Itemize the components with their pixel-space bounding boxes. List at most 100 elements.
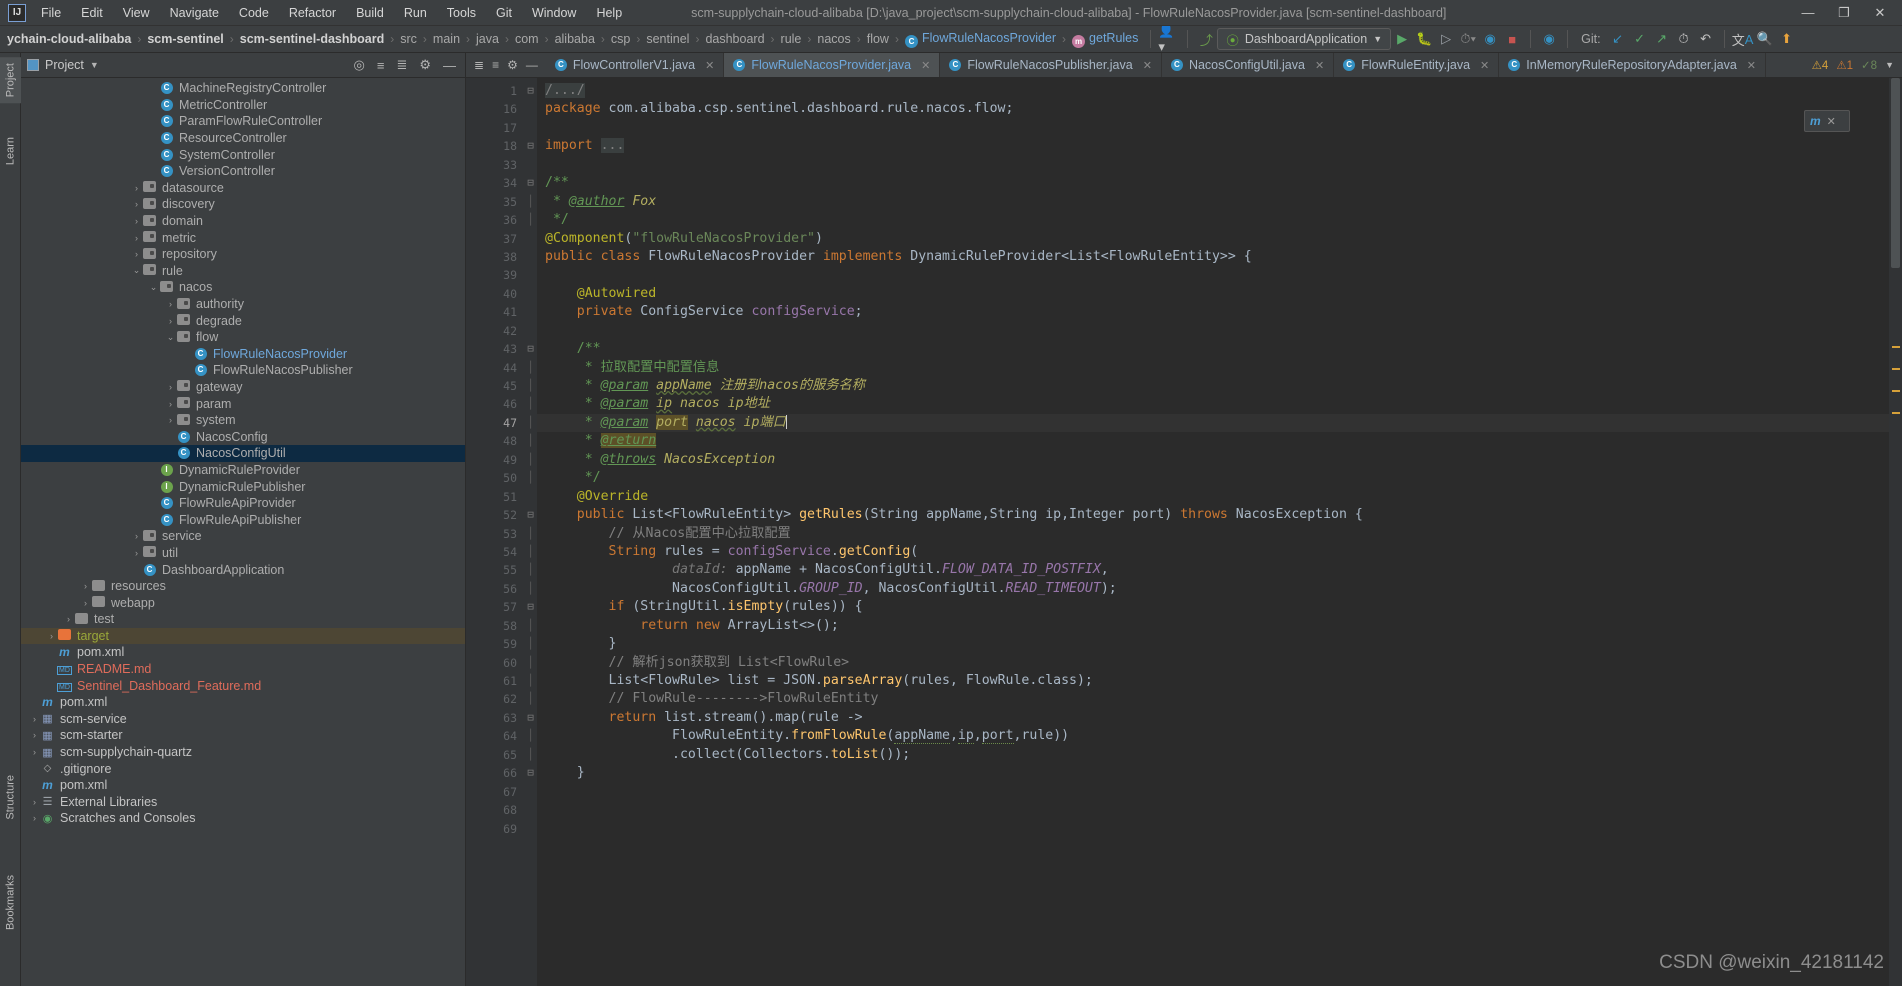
tree-item-test[interactable]: › test [21, 611, 465, 628]
tree-item-webapp[interactable]: › webapp [21, 594, 465, 611]
code-line[interactable]: * @throws NacosException [537, 451, 1889, 469]
fold-marker[interactable]: │ [524, 395, 537, 413]
tree-item-nacosconfig[interactable]: C NacosConfig [21, 428, 465, 445]
tree-item-gateway[interactable]: › gateway [21, 379, 465, 396]
translate-icon[interactable]: 文A [1732, 28, 1754, 50]
chevron-down-icon[interactable]: ▼ [90, 60, 99, 70]
menu-build[interactable]: Build [347, 3, 393, 23]
tree-item-service[interactable]: › service [21, 528, 465, 545]
code-line[interactable]: @Override [537, 488, 1889, 506]
fold-marker[interactable] [524, 119, 537, 137]
fold-marker[interactable]: │ [524, 359, 537, 377]
code-line[interactable]: public List<FlowRuleEntity> getRules(Str… [537, 506, 1889, 524]
tree-item-scm-supplychain-quartz[interactable]: › ▦ scm-supplychain-quartz [21, 744, 465, 761]
maven-reload-widget[interactable]: m ✕ [1804, 110, 1850, 132]
code-line[interactable]: // 从Nacos配置中心拉取配置 [537, 525, 1889, 543]
source-code[interactable]: /.../package com.alibaba.csp.sentinel.da… [537, 78, 1889, 986]
fold-marker[interactable]: │ [524, 617, 537, 635]
rail-tab-project[interactable]: Project [0, 57, 21, 104]
tree-item-degrade[interactable]: › degrade [21, 312, 465, 329]
run-with-coverage-icon[interactable]: ▷ [1435, 28, 1457, 50]
code-line[interactable]: * @param appName 注册到nacos的服务名称 [537, 377, 1889, 395]
fold-marker[interactable] [524, 820, 537, 838]
tree-item-readme-md[interactable]: MD README.md [21, 661, 465, 678]
editor-tab-flowrulenacospublisher[interactable]: C FlowRuleNacosPublisher.java ✕ [940, 53, 1162, 77]
collapse-all-icon[interactable]: ≡ [492, 58, 499, 72]
tree-item-dynamicrulepublisher[interactable]: I DynamicRulePublisher [21, 478, 465, 495]
rail-tab-structure[interactable]: Structure [0, 769, 21, 826]
fold-marker[interactable]: ⊟ [524, 598, 537, 616]
menu-tools[interactable]: Tools [438, 3, 485, 23]
fold-marker[interactable]: ⊟ [524, 506, 537, 524]
tree-item-versioncontroller[interactable]: C VersionController [21, 163, 465, 180]
tree-item-scm-starter[interactable]: › ▦ scm-starter [21, 727, 465, 744]
chevron-right-icon[interactable]: › [165, 382, 176, 392]
tree-item-flowruleapipublisher[interactable]: C FlowRuleApiPublisher [21, 511, 465, 528]
tree-item-pom-xml[interactable]: m pom.xml [21, 644, 465, 661]
editor-scrollbar-thumb[interactable] [1891, 78, 1900, 268]
close-icon[interactable]: ✕ [1143, 59, 1152, 72]
breadcrumb-item-submodule[interactable]: scm-sentinel-dashboard [235, 31, 389, 47]
code-line[interactable]: /** [537, 340, 1889, 358]
fold-marker[interactable] [524, 783, 537, 801]
tree-item-pom-xml[interactable]: m pom.xml [21, 777, 465, 794]
menu-refactor[interactable]: Refactor [280, 3, 345, 23]
breadcrumb-item-flow[interactable]: flow [862, 31, 894, 47]
code-line[interactable]: String rules = configService.getConfig( [537, 543, 1889, 561]
close-icon[interactable]: ✕ [921, 59, 930, 72]
code-line[interactable]: package com.alibaba.csp.sentinel.dashboa… [537, 100, 1889, 118]
fold-marker[interactable]: │ [524, 193, 537, 211]
tree-item-rule[interactable]: ⌄ rule [21, 263, 465, 280]
chevron-right-icon[interactable]: › [46, 631, 57, 641]
undo-icon[interactable]: ↶ [1695, 28, 1717, 50]
fold-marker[interactable]: │ [524, 561, 537, 579]
breadcrumb-item-rule[interactable]: rule [776, 31, 807, 47]
breadcrumb-item-nacos[interactable]: nacos [812, 31, 855, 47]
commit-icon[interactable]: ✓ [1629, 28, 1651, 50]
fold-marker[interactable]: ⊟ [524, 137, 537, 155]
code-line[interactable]: return new ArrayList<>(); [537, 617, 1889, 635]
tree-item-metric[interactable]: › metric [21, 229, 465, 246]
code-line[interactable]: .collect(Collectors.toList()); [537, 746, 1889, 764]
chevron-right-icon[interactable]: › [165, 399, 176, 409]
menu-file[interactable]: File [32, 3, 70, 23]
rail-tab-learn[interactable]: Learn [0, 131, 21, 171]
code-line[interactable]: } [537, 635, 1889, 653]
fold-marker[interactable] [524, 322, 537, 340]
code-line[interactable] [537, 322, 1889, 340]
fold-marker[interactable]: │ [524, 580, 537, 598]
chevron-right-icon[interactable]: › [131, 548, 142, 558]
breadcrumb-item-com[interactable]: com [510, 31, 544, 47]
chevron-right-icon[interactable]: › [131, 233, 142, 243]
breadcrumb-item-main[interactable]: main [428, 31, 465, 47]
editor-tab-nacosconfigutil[interactable]: C NacosConfigUtil.java ✕ [1162, 53, 1335, 77]
chevron-right-icon[interactable]: › [63, 614, 74, 624]
fold-marker[interactable]: │ [524, 746, 537, 764]
close-icon[interactable]: ✕ [705, 59, 714, 72]
locate-icon[interactable]: ◎ [351, 57, 368, 73]
fold-marker[interactable]: ⊟ [524, 174, 537, 192]
code-line[interactable] [537, 266, 1889, 284]
fold-marker[interactable]: ⊟ [524, 340, 537, 358]
code-line[interactable]: import ... [537, 137, 1889, 155]
chevron-right-icon[interactable]: › [80, 598, 91, 608]
maximize-button[interactable]: ❐ [1826, 1, 1862, 25]
menu-navigate[interactable]: Navigate [161, 3, 228, 23]
upload-icon[interactable]: ⬆ [1776, 28, 1798, 50]
fold-marker[interactable] [524, 488, 537, 506]
close-icon[interactable]: ✕ [1315, 59, 1324, 72]
chevron-right-icon[interactable]: › [131, 199, 142, 209]
code-line[interactable]: public class FlowRuleNacosProvider imple… [537, 248, 1889, 266]
code-line[interactable]: dataId: appName + NacosConfigUtil.FLOW_D… [537, 561, 1889, 579]
tree-item-metriccontroller[interactable]: C MetricController [21, 97, 465, 114]
search-icon[interactable]: 🔍 [1754, 28, 1776, 50]
editor-tab-inmemoryrulerepositoryadapter[interactable]: C InMemoryRuleRepositoryAdapter.java ✕ [1499, 53, 1766, 77]
code-line[interactable] [537, 119, 1889, 137]
editor-tab-flowcontrollerv1[interactable]: C FlowControllerV1.java ✕ [546, 53, 725, 77]
chevron-right-icon[interactable]: › [80, 581, 91, 591]
code-line[interactable] [537, 156, 1889, 174]
tree-item-param[interactable]: › param [21, 395, 465, 412]
chevron-down-icon[interactable]: ⌄ [165, 332, 176, 343]
line-number-gutter[interactable]: 1 16 17 18 33 34 35 36 37 38 39 40 41 42 43 44 45 46 47 48 4… [466, 78, 524, 986]
fold-marker[interactable]: │ [524, 690, 537, 708]
